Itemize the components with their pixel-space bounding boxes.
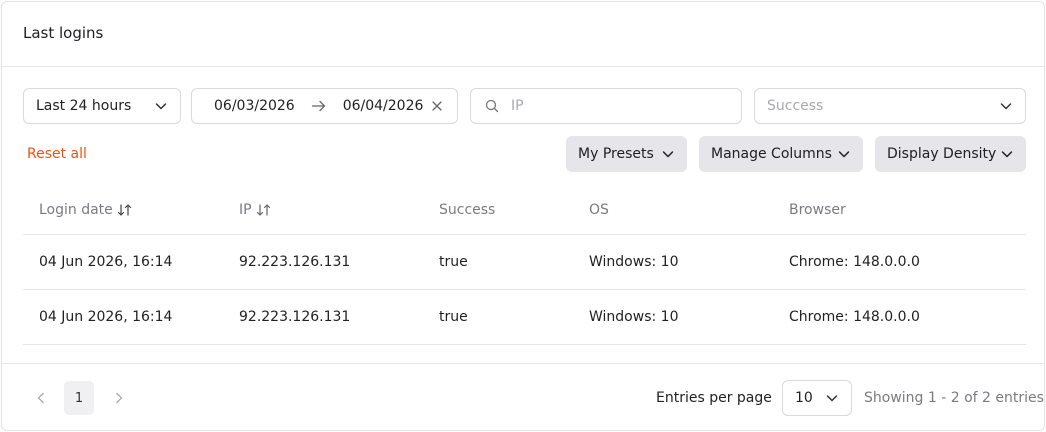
ip-search-placeholder[interactable]: IP — [511, 98, 524, 114]
display-density-button[interactable]: Display Density — [875, 136, 1026, 172]
chevron-down-icon — [999, 99, 1013, 113]
chevron-down-icon — [154, 99, 168, 113]
cell-os: Windows: 10 — [589, 309, 679, 325]
last-logins-card: Last logins Last 24 hours 06/03/2026 06/… — [1, 1, 1045, 431]
ip-search-field[interactable]: IP — [470, 88, 742, 124]
header-success: Success — [439, 202, 496, 218]
period-select[interactable]: Last 24 hours — [23, 88, 181, 124]
table-row: 04 Jun 2026, 16:14 92.223.126.131 true W… — [23, 235, 1026, 290]
showing-entries-text: Showing 1 - 2 of 2 entries — [864, 390, 1044, 406]
my-presets-label: My Presets — [578, 146, 654, 162]
card-header: Last logins — [2, 2, 1044, 67]
entries-per-page-label: Entries per page — [656, 390, 772, 406]
cell-login-date: 04 Jun 2026, 16:14 — [39, 254, 173, 270]
chevron-down-icon — [837, 147, 851, 161]
header-ip[interactable]: IP — [239, 186, 272, 234]
close-icon[interactable] — [431, 100, 443, 112]
logins-table: Login date IP Success OS Browser 04 Jun … — [23, 186, 1026, 345]
cell-os: Windows: 10 — [589, 254, 679, 270]
my-presets-button[interactable]: My Presets — [566, 136, 687, 172]
chevron-down-icon — [825, 391, 839, 405]
table-footer: 1 Entries per page 10 Showing 1 - 2 of 2… — [2, 363, 1044, 430]
cell-ip: 92.223.126.131 — [239, 254, 351, 270]
cell-login-date: 04 Jun 2026, 16:14 — [39, 309, 173, 325]
header-browser: Browser — [789, 202, 846, 218]
chevron-right-icon[interactable] — [112, 391, 126, 405]
display-density-label: Display Density — [887, 146, 997, 162]
manage-columns-button[interactable]: Manage Columns — [699, 136, 863, 172]
success-placeholder: Success — [767, 98, 824, 114]
search-icon — [485, 99, 499, 113]
sort-icon[interactable] — [117, 203, 133, 217]
card-title: Last logins — [23, 24, 104, 42]
reset-all-link[interactable]: Reset all — [27, 146, 87, 162]
arrow-right-icon — [311, 99, 327, 113]
manage-columns-label: Manage Columns — [711, 146, 832, 162]
cell-ip: 92.223.126.131 — [239, 309, 351, 325]
entries-per-page-value: 10 — [795, 390, 813, 406]
date-from[interactable]: 06/03/2026 — [214, 98, 295, 114]
page-number-button[interactable]: 1 — [64, 381, 94, 415]
date-to[interactable]: 06/04/2026 — [343, 98, 424, 114]
date-range-picker[interactable]: 06/03/2026 06/04/2026 — [191, 88, 458, 124]
sort-icon[interactable] — [256, 203, 272, 217]
chevron-down-icon — [661, 147, 675, 161]
entries-per-page-select[interactable]: 10 — [782, 380, 852, 416]
chevron-left-icon[interactable] — [34, 391, 48, 405]
header-login-date[interactable]: Login date — [39, 186, 133, 234]
cell-success: true — [439, 309, 468, 325]
cell-browser: Chrome: 148.0.0.0 — [789, 309, 920, 325]
chevron-down-icon — [1000, 147, 1014, 161]
period-value: Last 24 hours — [36, 98, 132, 114]
header-os: OS — [589, 202, 609, 218]
cell-browser: Chrome: 148.0.0.0 — [789, 254, 920, 270]
table-header-row: Login date IP Success OS Browser — [23, 186, 1026, 235]
table-row: 04 Jun 2026, 16:14 92.223.126.131 true W… — [23, 290, 1026, 345]
success-select[interactable]: Success — [754, 88, 1026, 124]
cell-success: true — [439, 254, 468, 270]
